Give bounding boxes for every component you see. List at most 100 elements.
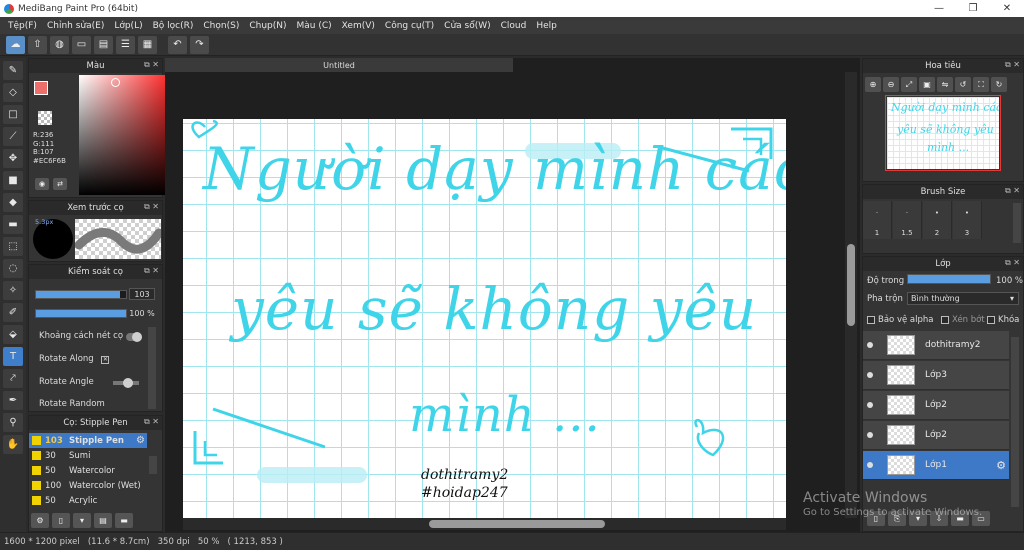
palette-icon[interactable]: ◉ <box>35 178 49 190</box>
eye-icon[interactable] <box>863 432 877 438</box>
foreground-color-swatch[interactable] <box>34 81 48 95</box>
layer-row[interactable]: Lớp2 <box>863 421 1009 450</box>
magic-wand-icon[interactable]: ✧ <box>3 281 23 300</box>
rotate-left-icon[interactable]: ↺ <box>955 77 971 92</box>
brush-settings-icon[interactable]: ▤ <box>94 513 112 528</box>
menu-color[interactable]: Màu (C) <box>292 21 337 31</box>
gear-icon[interactable]: ⚙ <box>996 459 1006 472</box>
brush-list-scrollbar[interactable] <box>149 456 157 474</box>
horizontal-scrollbar[interactable] <box>183 518 786 530</box>
brush-size-option[interactable]: • 2 <box>923 201 952 239</box>
layers-scrollbar[interactable] <box>1011 337 1019 507</box>
layer-row[interactable]: Lớp2 <box>863 391 1009 420</box>
layout-icon[interactable]: ▤ <box>94 35 113 54</box>
close-button[interactable]: ✕ <box>990 0 1024 17</box>
brush-item[interactable]: 100 Watercolor (Wet) <box>29 478 147 493</box>
panel-controls-icon[interactable]: ⧉ ✕ <box>1005 258 1020 268</box>
spacing-toggle[interactable] <box>126 332 142 342</box>
brush-item[interactable]: 103 Stipple Pen ⚙ <box>29 433 147 448</box>
eye-icon[interactable] <box>863 402 877 408</box>
fullscreen-icon[interactable]: ⛶ <box>973 77 989 92</box>
panel-controls-icon[interactable]: ⧉ ✕ <box>1005 60 1020 70</box>
blend-mode-select[interactable]: Bình thường ▾ <box>907 292 1019 305</box>
eye-icon[interactable] <box>863 462 877 468</box>
protect-alpha-checkbox[interactable] <box>867 315 875 324</box>
panel-controls-icon[interactable]: ⧉ ✕ <box>144 417 159 427</box>
lock-checkbox[interactable] <box>987 315 995 324</box>
menu-tools[interactable]: Công cụ(T) <box>380 21 439 31</box>
panel-controls-icon[interactable]: ⧉ ✕ <box>144 202 159 212</box>
layer-opacity-slider[interactable] <box>907 274 991 284</box>
menu-cloud[interactable]: Cloud <box>496 21 532 31</box>
horizontal-scroll-thumb[interactable] <box>429 520 605 528</box>
brush-size-option[interactable]: · 1 <box>863 201 892 239</box>
brush-item[interactable]: 50 Acrylic <box>29 493 147 508</box>
move-icon[interactable]: ✥ <box>3 149 23 168</box>
pen-icon[interactable]: ✒ <box>3 391 23 410</box>
menu-snap[interactable]: Chụp(N) <box>244 21 291 31</box>
maximize-button[interactable]: ❐ <box>956 0 990 17</box>
dropper-icon[interactable]: ⚲ <box>3 413 23 432</box>
menu-select[interactable]: Chọn(S) <box>198 21 244 31</box>
lock-option[interactable]: Khóa <box>987 315 1019 325</box>
menu-layer[interactable]: Lớp(L) <box>109 21 147 31</box>
navigator-view-frame[interactable] <box>885 95 1001 171</box>
brush-size-option[interactable]: · 1.5 <box>893 201 922 239</box>
protect-alpha-option[interactable]: Bảo vệ alpha <box>867 315 933 325</box>
layer-row-selected[interactable]: Lớp1 ⚙ <box>863 451 1009 480</box>
clipping-option[interactable]: Xén bớt <box>941 315 985 325</box>
color-picker-ring[interactable] <box>111 78 120 87</box>
menu-file[interactable]: Tệp(F) <box>3 21 42 31</box>
rotate-angle-slider[interactable] <box>113 378 139 388</box>
fill-rect-icon[interactable]: ■ <box>3 171 23 190</box>
brush-size-slider[interactable] <box>35 290 127 299</box>
brush-item[interactable]: 50 Watercolor <box>29 463 147 478</box>
chat-icon[interactable]: ◍ <box>50 35 69 54</box>
layer-row[interactable]: dothitramy2 <box>863 331 1009 360</box>
minimize-button[interactable]: — <box>922 0 956 17</box>
text-icon[interactable]: T <box>3 347 23 366</box>
select-icon[interactable]: ⬚ <box>3 237 23 256</box>
rectangle-icon[interactable]: □ <box>3 105 23 124</box>
eye-icon[interactable] <box>863 342 877 348</box>
add-brush-icon[interactable]: ⚙ <box>31 513 49 528</box>
menu-view[interactable]: Xem(V) <box>337 21 380 31</box>
rotate-along-checkbox[interactable]: ✕ <box>101 356 110 364</box>
upload-icon[interactable]: ⇧ <box>28 35 47 54</box>
panel-controls-icon[interactable]: ⧉ ✕ <box>1005 186 1020 196</box>
vertical-scrollbar[interactable] <box>845 72 857 518</box>
brush-size-option[interactable]: • 3 <box>953 201 982 239</box>
gradient-icon[interactable]: ▬ <box>3 215 23 234</box>
flip-icon[interactable]: ⇋ <box>937 77 953 92</box>
new-brush-icon[interactable]: ▯ <box>52 513 70 528</box>
zoom-in-icon[interactable]: ⊕ <box>865 77 881 92</box>
cloud-icon[interactable]: ☁ <box>6 35 25 54</box>
grid-icon[interactable]: ▦ <box>138 35 157 54</box>
fit-icon[interactable]: ⤢ <box>901 77 917 92</box>
actual-size-icon[interactable]: ▣ <box>919 77 935 92</box>
fill-select-icon[interactable]: ⬙ <box>3 325 23 344</box>
vertical-scroll-thumb[interactable] <box>847 244 855 326</box>
lasso-icon[interactable]: ◌ <box>3 259 23 278</box>
panel-controls-icon[interactable]: ⧉ ✕ <box>144 266 159 276</box>
saturation-value-picker[interactable] <box>79 75 172 195</box>
brush-control-scrollbar[interactable] <box>148 327 156 409</box>
hand-icon[interactable]: ✋ <box>3 435 23 454</box>
window-icon[interactable]: ▭ <box>72 35 91 54</box>
brush-opacity-slider[interactable] <box>35 309 127 318</box>
brush-icon[interactable]: ✎ <box>3 61 23 80</box>
operation-icon[interactable]: ⤤ <box>3 369 23 388</box>
eye-icon[interactable] <box>863 372 877 378</box>
list-icon[interactable]: ☰ <box>116 35 135 54</box>
brush-menu-icon[interactable]: ▾ <box>73 513 91 528</box>
gear-icon[interactable]: ⚙ <box>136 435 145 446</box>
panel-controls-icon[interactable]: ⧉ ✕ <box>144 60 159 70</box>
document-canvas[interactable]: Người dạy mình cách yêu sẽ không yêu mìn… <box>183 119 786 519</box>
eraser-icon[interactable]: ◇ <box>3 83 23 102</box>
clipping-checkbox[interactable] <box>941 315 949 324</box>
menu-help[interactable]: Help <box>531 21 562 31</box>
swap-color-icon[interactable]: ⇄ <box>53 178 67 190</box>
transparent-swatch[interactable] <box>38 111 52 125</box>
menu-edit[interactable]: Chỉnh sửa(E) <box>42 21 109 31</box>
layer-row[interactable]: Lớp3 <box>863 361 1009 390</box>
